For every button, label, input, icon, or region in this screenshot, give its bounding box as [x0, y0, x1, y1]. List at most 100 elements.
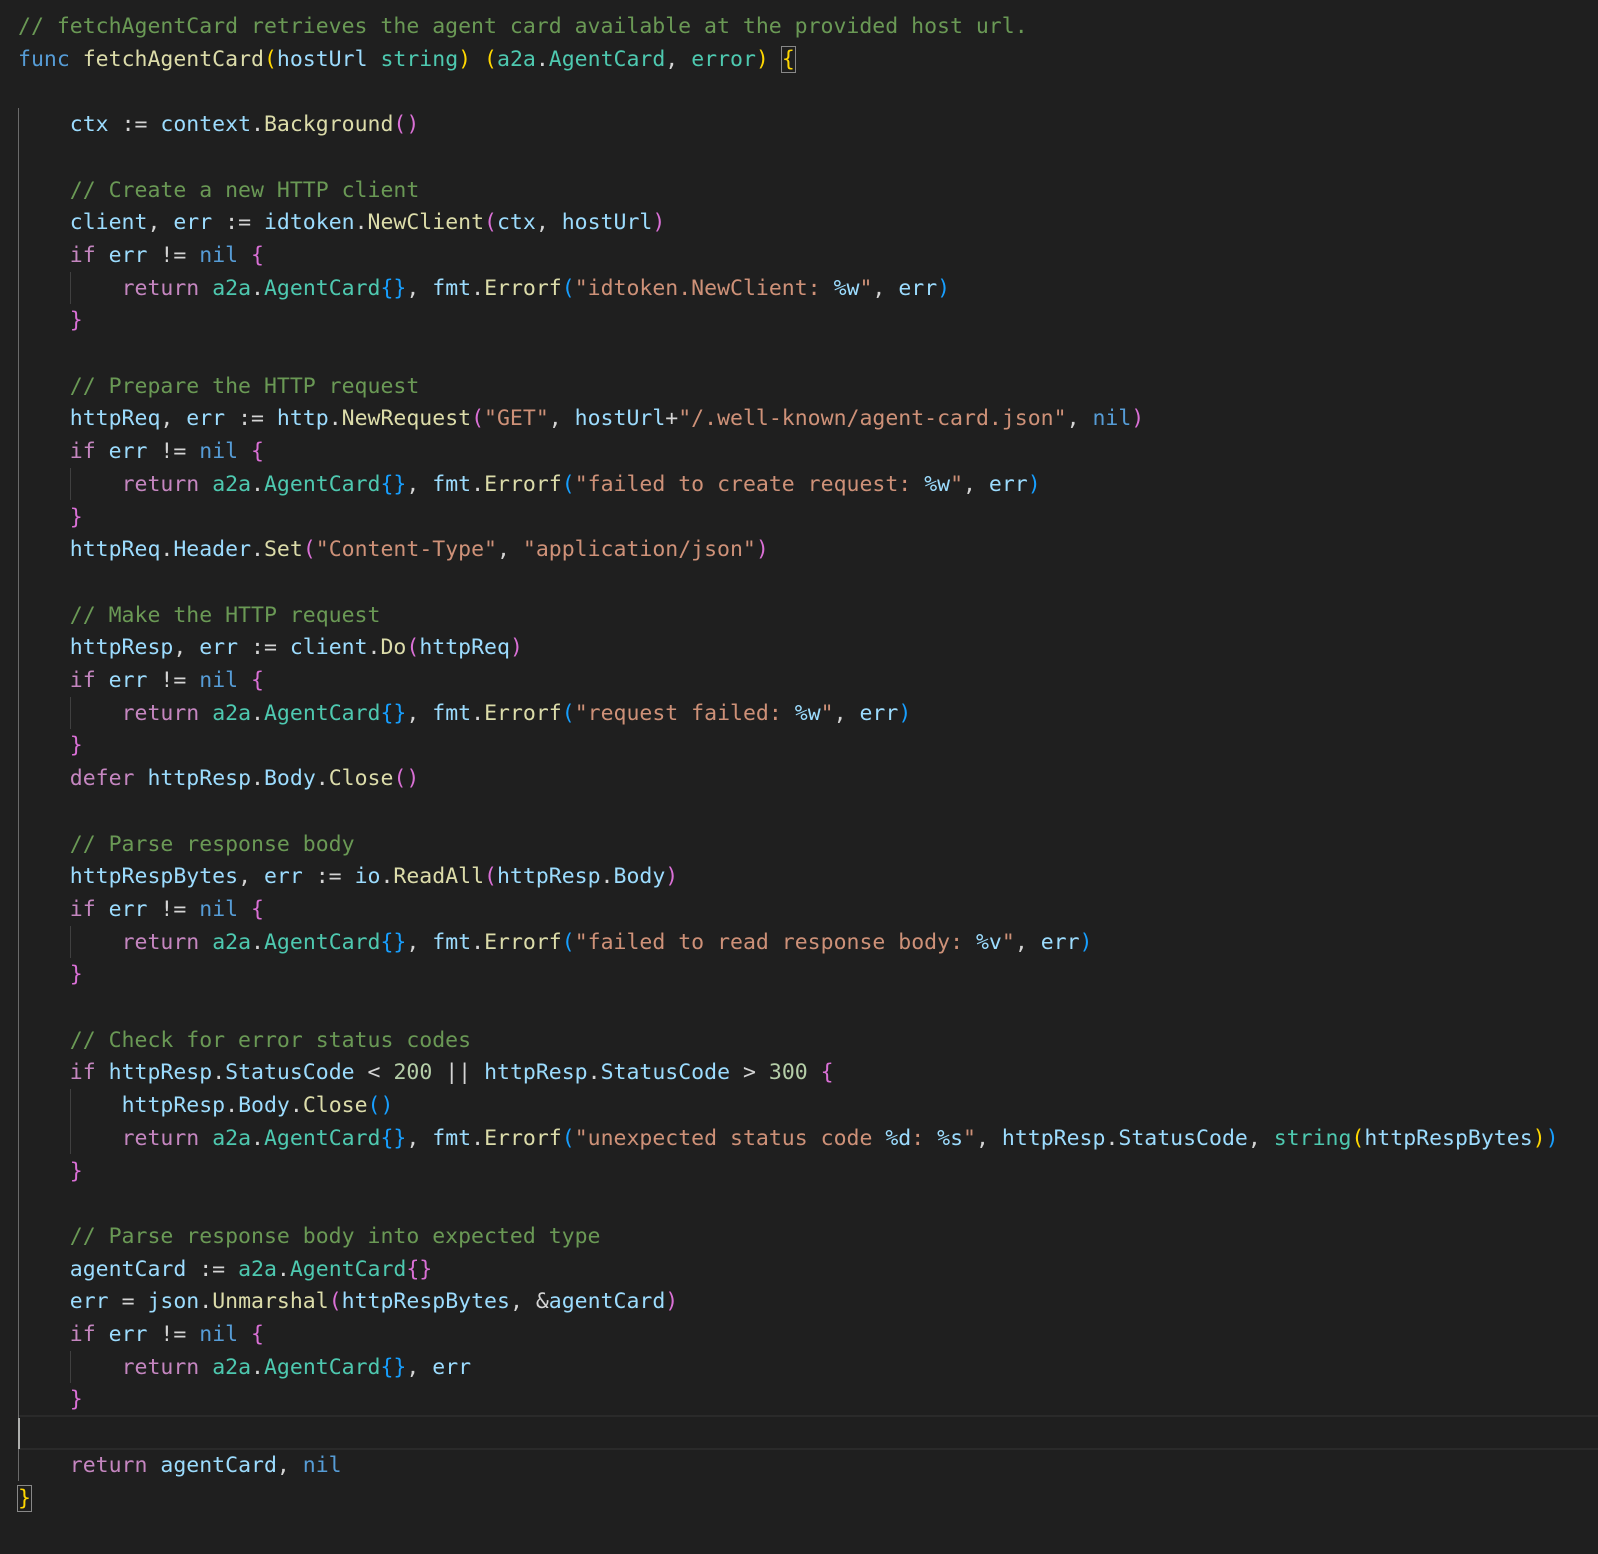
code-line[interactable]: if err != nil {	[18, 435, 264, 468]
code-line[interactable]: }	[18, 1155, 83, 1188]
code-token: .	[471, 700, 485, 726]
code-token: 300	[768, 1060, 808, 1086]
code-token: .	[251, 275, 264, 301]
code-token: if	[69, 668, 96, 693]
code-token: AgentCard	[263, 700, 381, 726]
code-token: Errorf	[484, 275, 562, 301]
code-line[interactable]: // Create a new HTTP client	[18, 174, 420, 207]
code-line[interactable]: func fetchAgentCard(hostUrl string) (a2a…	[18, 43, 796, 76]
code-line[interactable]: httpResp, err := client.Do(httpReq)	[18, 631, 523, 664]
code-line[interactable]: if err != nil {	[18, 893, 264, 926]
code-line[interactable]: httpResp.Body.Close()	[18, 1089, 394, 1122]
code-token: "	[950, 471, 964, 497]
code-token: httpResp	[484, 1060, 588, 1086]
code-line[interactable]: // Parse response body into expected typ…	[18, 1220, 601, 1253]
code-token: 200	[393, 1060, 433, 1086]
code-line[interactable]: if httpResp.StatusCode < 200 || httpResp…	[18, 1056, 834, 1089]
code-token: "	[859, 275, 873, 301]
code-token: .	[380, 864, 394, 890]
code-token: httpResp	[108, 1060, 213, 1086]
code-token: hostUrl	[574, 406, 666, 432]
code-token: .	[212, 1060, 226, 1086]
code-editor[interactable]: // fetchAgentCard retrieves the agent ca…	[0, 0, 1598, 1554]
code-line[interactable]: return a2a.AgentCard{}, fmt.Errorf("unex…	[18, 1122, 1559, 1155]
code-token: }	[17, 1484, 32, 1512]
code-line[interactable]: }	[18, 501, 83, 534]
code-token: NewRequest	[341, 406, 472, 432]
code-token: ,	[1247, 1125, 1274, 1151]
code-token: StatusCode	[600, 1060, 731, 1086]
code-line[interactable]: }	[18, 304, 83, 337]
code-line[interactable]: client, err := idtoken.NewClient(ctx, ho…	[18, 206, 666, 239]
code-line[interactable]: // Make the HTTP request	[18, 599, 381, 632]
code-token: fetchAgentCard	[82, 46, 264, 72]
code-token: }	[69, 962, 83, 988]
code-token: %w	[924, 471, 951, 497]
code-token: .	[328, 406, 342, 432]
code-line[interactable]: }	[18, 729, 83, 762]
code-line[interactable]: if err != nil {	[18, 664, 264, 697]
code-token: "failed to read response body:	[574, 929, 976, 955]
code-line[interactable]: if err != nil {	[18, 239, 264, 272]
code-token: )	[509, 635, 523, 661]
code-token: "unexpected status code	[574, 1125, 886, 1151]
code-line[interactable]: httpReq, err := http.NewRequest("GET", h…	[18, 402, 1144, 435]
code-line[interactable]: httpReq.Header.Set("Content-Type", "appl…	[18, 533, 769, 566]
code-line[interactable]: // fetchAgentCard retrieves the agent ca…	[18, 10, 1028, 43]
code-line[interactable]: }	[18, 1383, 83, 1416]
code-line[interactable]: return a2a.AgentCard{}, fmt.Errorf("idto…	[18, 272, 951, 305]
code-line[interactable]: err = json.Unmarshal(httpRespBytes, &age…	[18, 1285, 678, 1318]
code-line[interactable]: if err != nil {	[18, 1318, 264, 1351]
code-line[interactable]: ctx := context.Background()	[18, 108, 420, 141]
code-token: ctx	[69, 112, 109, 138]
code-token: }	[69, 1158, 83, 1184]
code-line[interactable]: // Check for error status codes	[18, 1024, 471, 1057]
code-token: {}	[380, 1125, 407, 1151]
code-line[interactable]: return a2a.AgentCard{}, fmt.Errorf("fail…	[18, 926, 1093, 959]
code-line[interactable]: agentCard := a2a.AgentCard{}	[18, 1253, 432, 1286]
code-token: return	[121, 275, 200, 301]
code-token: .	[251, 537, 264, 563]
code-token: .	[160, 537, 174, 563]
code-token: )	[755, 537, 769, 563]
code-token: string	[380, 46, 459, 72]
code-token: "	[963, 1125, 976, 1151]
code-token: httpResp	[147, 766, 252, 792]
code-token: hostUrl	[561, 210, 653, 236]
code-line[interactable]: }	[18, 958, 83, 991]
code-line[interactable]: return a2a.AgentCard{}, fmt.Errorf("requ…	[18, 697, 912, 730]
code-line[interactable]: defer httpResp.Body.Close()	[18, 762, 420, 795]
code-token: .	[199, 1289, 213, 1315]
code-token: a2a	[212, 1125, 252, 1151]
code-token: (	[1351, 1125, 1365, 1151]
code-token: if	[69, 896, 96, 922]
code-line[interactable]: return agentCard, nil	[18, 1449, 342, 1482]
code-token: ,	[548, 406, 575, 432]
code-line[interactable]: httpRespBytes, err := io.ReadAll(httpRes…	[18, 860, 678, 893]
code-token: hostUrl	[276, 46, 368, 72]
code-line[interactable]: // Prepare the HTTP request	[18, 370, 420, 403]
code-token: {	[251, 439, 264, 465]
code-token: )	[937, 275, 951, 301]
code-token: Errorf	[484, 929, 562, 955]
code-line[interactable]: return a2a.AgentCard{}, err	[18, 1351, 472, 1384]
code-token: {	[820, 1060, 834, 1086]
code-token: AgentCard	[263, 1354, 381, 1380]
code-line[interactable]: return a2a.AgentCard{}, fmt.Errorf("fail…	[18, 468, 1041, 501]
code-line[interactable]: }	[17, 1482, 32, 1515]
code-token: ,	[963, 471, 989, 497]
code-token: ,	[833, 700, 860, 726]
code-line[interactable]: // Parse response body	[18, 828, 355, 861]
